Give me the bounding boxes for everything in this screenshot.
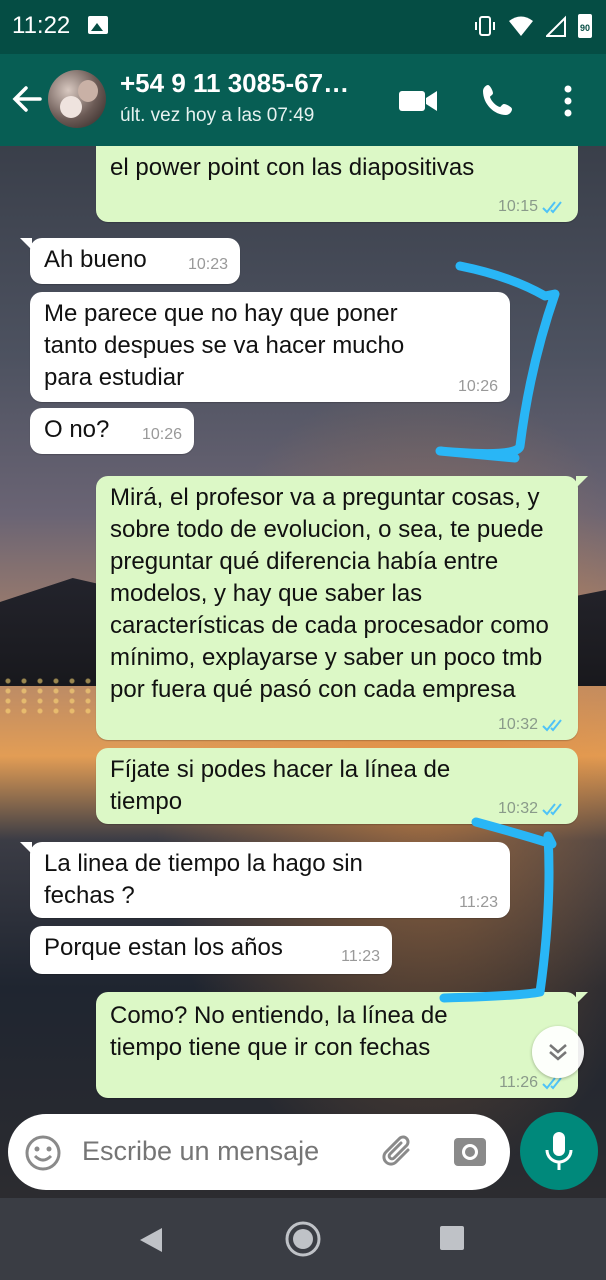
message-text: el power point con las diapositivas bbox=[110, 154, 475, 181]
message-meta: 10:32 bbox=[498, 716, 566, 734]
message-bubble-outgoing[interactable]: el power point con las diapositivas 10:1… bbox=[96, 146, 578, 222]
voice-message-button[interactable] bbox=[520, 1112, 598, 1190]
message-time: 10:23 bbox=[187, 256, 228, 273]
message-text: Mirá, el profesor va a preguntar cosas, … bbox=[110, 484, 549, 703]
nav-back-icon[interactable] bbox=[138, 1226, 164, 1254]
message-meta: 11:23 bbox=[459, 894, 498, 912]
message-time: 11:26 bbox=[499, 1074, 538, 1091]
message-meta: 10:32 bbox=[498, 800, 566, 818]
message-text: Porque estan los años bbox=[44, 934, 283, 961]
message-bubble-incoming[interactable]: La linea de tiempo la hago sin fechas ? … bbox=[20, 842, 510, 918]
bubble-tail bbox=[576, 992, 588, 1004]
wifi-icon bbox=[509, 16, 533, 36]
read-ticks-icon bbox=[542, 201, 562, 214]
bubble-tail bbox=[576, 476, 588, 488]
message-time: 10:26 bbox=[457, 378, 498, 395]
message-text: La linea de tiempo la hago sin fechas ? bbox=[44, 850, 363, 909]
message-meta: 10:15 bbox=[498, 198, 566, 216]
image-notification-icon bbox=[88, 16, 108, 34]
vibrate-icon bbox=[475, 16, 495, 36]
message-time: 10:32 bbox=[497, 800, 538, 817]
message-bubble-incoming[interactable]: O no? 10:26 bbox=[30, 408, 194, 454]
signal-icon bbox=[546, 15, 566, 37]
chat-header: +54 9 11 3085-67… últ. vez hoy a las 07:… bbox=[0, 54, 606, 146]
message-meta: 10:26 bbox=[458, 378, 498, 396]
attach-icon[interactable] bbox=[378, 1132, 418, 1172]
message-bubble-incoming[interactable]: Me parece que no hay que poner tanto des… bbox=[30, 292, 510, 402]
message-time: 11:23 bbox=[341, 948, 380, 965]
back-arrow-icon[interactable] bbox=[10, 82, 44, 116]
message-bubble-outgoing[interactable]: Mirá, el profesor va a preguntar cosas, … bbox=[96, 476, 588, 740]
read-ticks-icon bbox=[542, 719, 562, 732]
message-meta: 11:23 bbox=[341, 948, 380, 966]
message-text: Fíjate si podes hacer la línea de tiempo bbox=[110, 756, 451, 815]
scroll-down-button[interactable] bbox=[532, 1026, 584, 1078]
bubble-tail bbox=[20, 842, 32, 854]
bubble-tail bbox=[20, 238, 32, 250]
video-call-icon[interactable] bbox=[398, 88, 438, 114]
message-bubble-incoming[interactable]: Ah bueno 10:23 bbox=[20, 238, 240, 284]
message-bubble-outgoing[interactable]: Fíjate si podes hacer la línea de tiempo… bbox=[96, 748, 578, 824]
status-bar: 11:22 90 bbox=[0, 0, 606, 54]
emoji-icon[interactable] bbox=[24, 1134, 62, 1172]
status-time: 11:22 bbox=[12, 12, 71, 39]
message-composer bbox=[8, 1114, 510, 1190]
message-time: 11:23 bbox=[459, 894, 498, 911]
message-text: Como? No entiendo, la línea de tiempo ti… bbox=[110, 1002, 448, 1061]
microphone-icon bbox=[545, 1132, 573, 1170]
message-time: 10:26 bbox=[141, 426, 182, 443]
contact-avatar[interactable] bbox=[48, 70, 106, 128]
system-nav-bar bbox=[0, 1198, 606, 1280]
message-bubble-incoming[interactable]: Porque estan los años 11:23 bbox=[30, 926, 392, 974]
message-time: 10:32 bbox=[497, 716, 538, 733]
message-meta: 10:23 bbox=[188, 256, 228, 274]
message-input[interactable] bbox=[82, 1136, 362, 1167]
message-bubble-outgoing[interactable]: Como? No entiendo, la línea de tiempo ti… bbox=[96, 992, 588, 1098]
nav-recents-icon[interactable] bbox=[440, 1226, 464, 1250]
message-time: 10:15 bbox=[497, 198, 538, 215]
contact-name: +54 9 11 3085-67… bbox=[120, 68, 350, 98]
message-text: Me parece que no hay que poner tanto des… bbox=[44, 300, 405, 391]
contact-info[interactable]: +54 9 11 3085-67… últ. vez hoy a las 07:… bbox=[120, 68, 380, 127]
read-ticks-icon bbox=[542, 803, 562, 816]
message-meta: 10:26 bbox=[142, 426, 182, 444]
double-chevron-down-icon bbox=[549, 1044, 567, 1061]
camera-icon[interactable] bbox=[452, 1134, 488, 1170]
battery-icon: 90 bbox=[578, 14, 592, 38]
more-options-icon[interactable] bbox=[558, 84, 578, 118]
read-ticks-icon bbox=[542, 1077, 562, 1090]
last-seen: últ. vez hoy a las 07:49 bbox=[120, 105, 315, 126]
phone-call-icon[interactable] bbox=[480, 82, 516, 118]
nav-home-icon[interactable] bbox=[284, 1220, 322, 1258]
chat-area[interactable]: el power point con las diapositivas 10:1… bbox=[0, 146, 606, 1198]
